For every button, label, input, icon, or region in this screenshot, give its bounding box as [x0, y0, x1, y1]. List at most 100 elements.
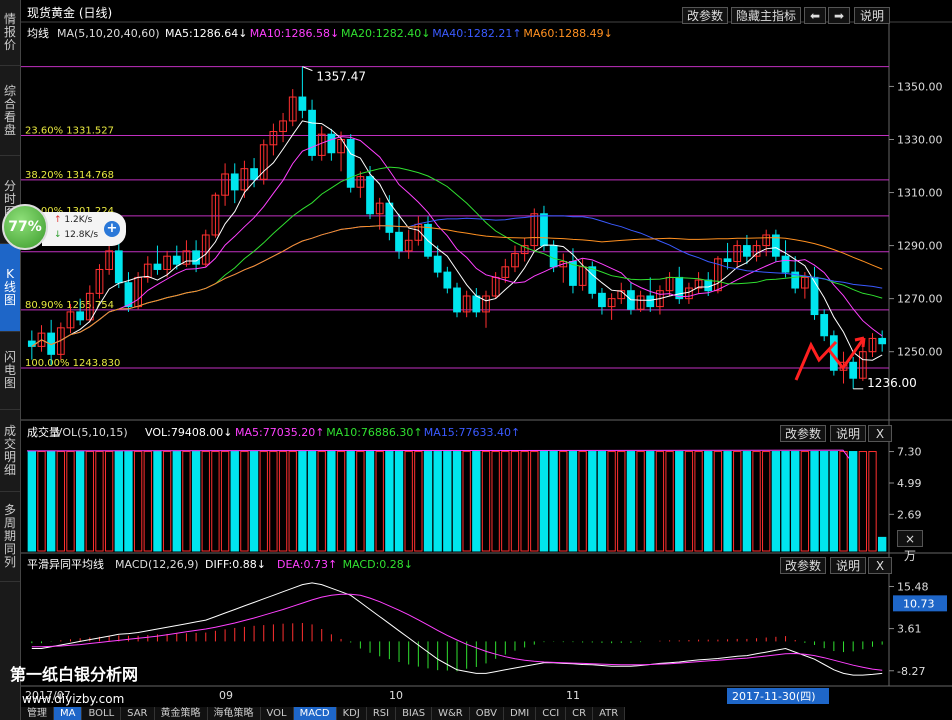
- high-marker: [302, 66, 313, 72]
- sidebar-tab-5[interactable]: 成交明细: [0, 410, 20, 492]
- fib-label-6: 100.00% 1243.830: [25, 358, 120, 369]
- scroll-left-button[interactable]: ⬅: [804, 7, 826, 24]
- ma-legend-params: MA(5,10,20,40,60): [57, 27, 160, 40]
- hide-indicator-button[interactable]: 隐藏主指标: [731, 7, 801, 24]
- volume-bar-22: [240, 451, 249, 552]
- volume-bar-7: [95, 451, 104, 552]
- volume-bar-52: [530, 451, 539, 552]
- watermark-url: www.diyizby.com: [22, 692, 125, 706]
- indicator-tab-9[interactable]: RSI: [366, 707, 397, 720]
- volume-bar-70: [704, 451, 713, 552]
- indicator-tab-0[interactable]: 管理: [21, 707, 54, 720]
- indicator-tab-8[interactable]: KDJ: [336, 707, 367, 720]
- candle-body-28: [298, 96, 307, 111]
- network-speed-widget[interactable]: ↑ 1.2K/s ↓ 12.8K/s + 77%: [2, 204, 126, 252]
- upload-speed-value: 1.2K/s: [64, 215, 93, 225]
- volume-bar-34: [356, 451, 365, 552]
- download-speed-value: 12.8K/s: [64, 230, 99, 240]
- volume-bar-66: [665, 451, 674, 552]
- ma-legend-item-1: MA10:1286.58↓: [250, 27, 339, 40]
- volume-bar-9: [114, 451, 123, 552]
- indicator-tab-6[interactable]: VOL: [260, 707, 294, 720]
- candle-body-35: [366, 176, 374, 215]
- indicator-tab-2[interactable]: BOLL: [82, 707, 122, 720]
- candle-body-72: [723, 258, 732, 263]
- macd-tick-label-1: 3.61: [897, 623, 922, 636]
- candle-body-42: [433, 255, 442, 273]
- price-tick-label-4: 1270.00: [897, 293, 943, 306]
- speed-panel: ↑ 1.2K/s ↓ 12.8K/s +: [42, 212, 126, 246]
- volume-bar-6: [85, 451, 94, 552]
- volume-bar-20: [220, 451, 230, 552]
- volume-bar-38: [394, 451, 404, 552]
- volume-legend-item-1: MA10:76886.30↑: [326, 426, 422, 439]
- volume-bar-74: [742, 451, 752, 552]
- volume-bar-32: [336, 451, 346, 552]
- indicator-tab-12[interactable]: OBV: [469, 707, 504, 720]
- volume-params-button[interactable]: 改参数: [780, 425, 826, 442]
- volume-explain-button[interactable]: 说明: [830, 425, 866, 442]
- volume-bar-88: [877, 536, 887, 552]
- volume-bar-57: [578, 451, 587, 552]
- volume-bar-48: [491, 451, 500, 552]
- volume-bar-59: [597, 451, 607, 552]
- sidebar-tab-0[interactable]: 情报价: [0, 0, 20, 66]
- sidebar: 情报价综合看盘分时图K线图闪电图成交明细多周期同列: [0, 0, 21, 720]
- ma-legend-label: 均线: [27, 26, 49, 40]
- indicator-tab-16[interactable]: ATR: [593, 707, 626, 720]
- chart-title: 现货黄金 (日线): [27, 5, 112, 20]
- volume-bar-78: [781, 451, 790, 552]
- macd-legend-item-0: DIFF:0.88↓: [205, 558, 266, 571]
- volume-bar-51: [520, 451, 529, 552]
- candle-body-82: [820, 314, 829, 337]
- fib-label-1: 23.60% 1331.527: [25, 125, 114, 136]
- volume-bar-1: [37, 451, 46, 552]
- volume-close-button[interactable]: X: [868, 425, 892, 442]
- indicator-tab-14[interactable]: CCI: [536, 707, 567, 720]
- candle-body-64: [646, 295, 655, 308]
- candle-body-13: [153, 263, 162, 270]
- volume-bar-35: [365, 451, 375, 552]
- speed-plus-icon[interactable]: +: [104, 221, 120, 237]
- indicator-tab-1[interactable]: MA: [54, 707, 83, 720]
- indicator-tab-5[interactable]: 海龟策略: [207, 707, 261, 720]
- low-annotation: 1236.00: [867, 376, 917, 390]
- indicator-tab-15[interactable]: CR: [566, 707, 594, 720]
- indicator-tab-3[interactable]: SAR: [121, 707, 155, 720]
- volume-bar-43: [443, 451, 452, 552]
- volume-bar-18: [201, 451, 210, 552]
- volume-bar-15: [172, 451, 181, 552]
- indicator-tab-7[interactable]: MACD: [293, 707, 337, 720]
- params-button[interactable]: 改参数: [682, 7, 728, 24]
- indicator-tab-13[interactable]: DMI: [503, 707, 537, 720]
- volume-params: VOL(5,10,15): [55, 426, 128, 439]
- indicator-tab-10[interactable]: BIAS: [396, 707, 433, 720]
- sidebar-tab-6[interactable]: 多周期同列: [0, 492, 20, 582]
- volume-bar-26: [278, 451, 288, 552]
- volume-bar-11: [133, 451, 143, 552]
- volume-bar-79: [791, 451, 800, 552]
- volume-bar-5: [75, 451, 85, 552]
- scroll-right-button[interactable]: ➡: [828, 7, 850, 24]
- candle-body-74: [743, 245, 751, 257]
- indicator-tab-11[interactable]: W&R: [432, 707, 470, 720]
- volume-bar-62: [626, 451, 636, 552]
- volume-bar-36: [375, 451, 384, 552]
- explain-button[interactable]: 说明: [854, 7, 890, 24]
- ma-legend-item-3: MA40:1282.21↑: [432, 27, 521, 40]
- volume-bar-83: [829, 451, 839, 552]
- macd-current-badge-text: 10.73: [903, 597, 935, 610]
- volume-bar-47: [481, 451, 491, 552]
- macd-explain-button[interactable]: 说明: [830, 557, 866, 574]
- ma-line-20: [31, 166, 883, 347]
- sidebar-tab-1[interactable]: 综合看盘: [0, 66, 20, 156]
- macd-params-button[interactable]: 改参数: [780, 557, 826, 574]
- volume-bar-60: [607, 451, 616, 552]
- volume-bar-39: [404, 451, 413, 552]
- volume-bar-50: [510, 451, 520, 552]
- volume-bar-67: [675, 451, 684, 552]
- indicator-tab-4[interactable]: 黄金策略: [154, 707, 208, 720]
- macd-close-button[interactable]: X: [868, 557, 892, 574]
- sidebar-tab-4[interactable]: 闪电图: [0, 332, 20, 410]
- sidebar-tab-3[interactable]: K线图: [0, 244, 20, 332]
